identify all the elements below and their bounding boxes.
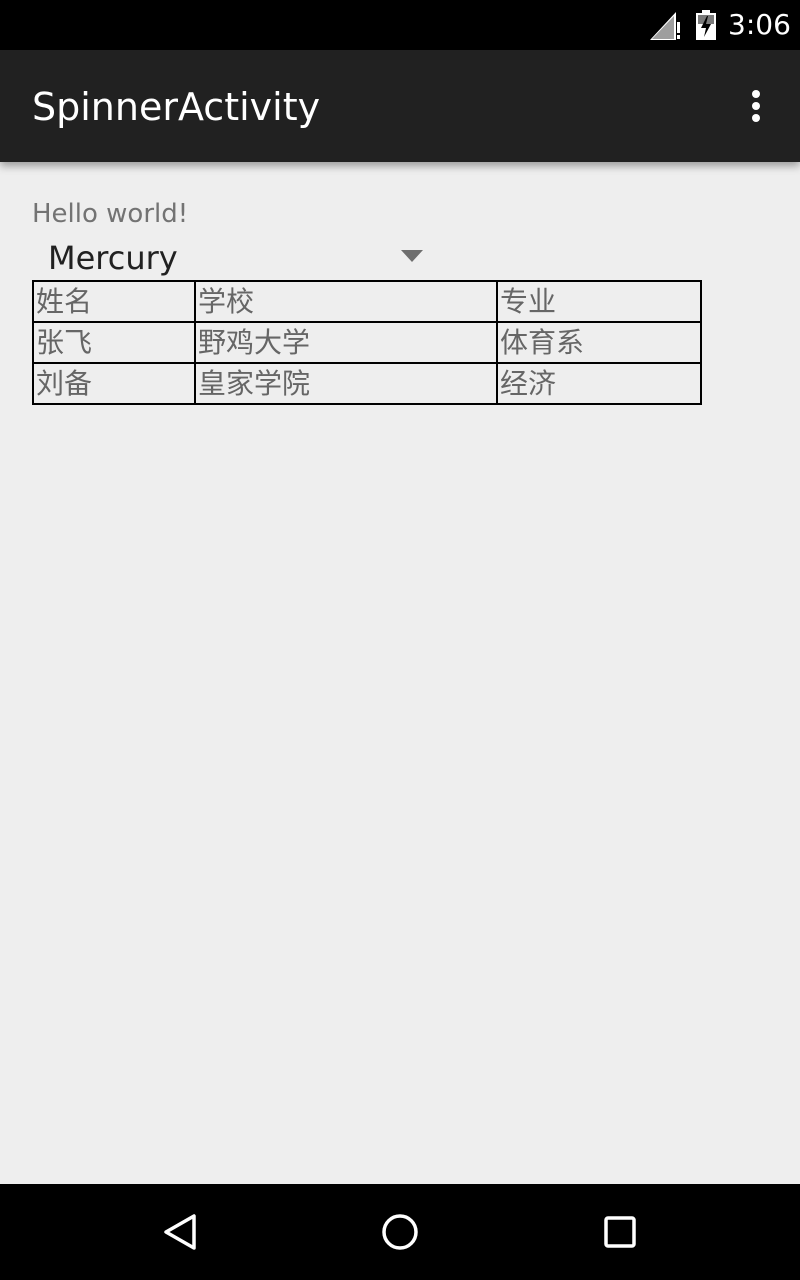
table-cell: 经济 <box>496 362 702 405</box>
home-icon[interactable] <box>376 1208 424 1256</box>
student-table: 姓名 学校 专业 张飞 野鸡大学 体育系 刘备 皇家学院 经济 <box>32 280 702 405</box>
battery-charging-icon <box>696 10 716 40</box>
table-cell: 体育系 <box>496 321 702 364</box>
overflow-menu-icon[interactable] <box>736 84 776 128</box>
main-content: Hello world! Mercury 姓名 学校 专业 张飞 野鸡大学 体育… <box>0 162 800 1184</box>
table-cell: 张飞 <box>32 321 196 364</box>
table-cell: 姓名 <box>32 280 196 323</box>
recents-icon[interactable] <box>596 1208 644 1256</box>
app-title: SpinnerActivity <box>32 85 321 129</box>
navigation-bar <box>0 1184 800 1280</box>
status-bar: 3:06 <box>0 0 800 50</box>
table-cell: 皇家学院 <box>194 362 498 405</box>
signal-no-data-icon <box>650 12 680 40</box>
table-cell: 刘备 <box>32 362 196 405</box>
planet-spinner[interactable]: Mercury <box>32 236 432 280</box>
table-row: 刘备 皇家学院 经济 <box>32 362 702 405</box>
table-row: 张飞 野鸡大学 体育系 <box>32 321 702 364</box>
app-bar: SpinnerActivity <box>0 50 800 162</box>
dropdown-arrow-icon <box>401 250 423 262</box>
table-cell: 学校 <box>194 280 498 323</box>
hello-text: Hello world! <box>32 199 189 229</box>
table-cell: 野鸡大学 <box>194 321 498 364</box>
back-icon[interactable] <box>156 1208 204 1256</box>
table-header-row: 姓名 学校 专业 <box>32 280 702 323</box>
status-time: 3:06 <box>728 8 791 41</box>
table-cell: 专业 <box>496 280 702 323</box>
spinner-selected-value: Mercury <box>48 239 178 277</box>
